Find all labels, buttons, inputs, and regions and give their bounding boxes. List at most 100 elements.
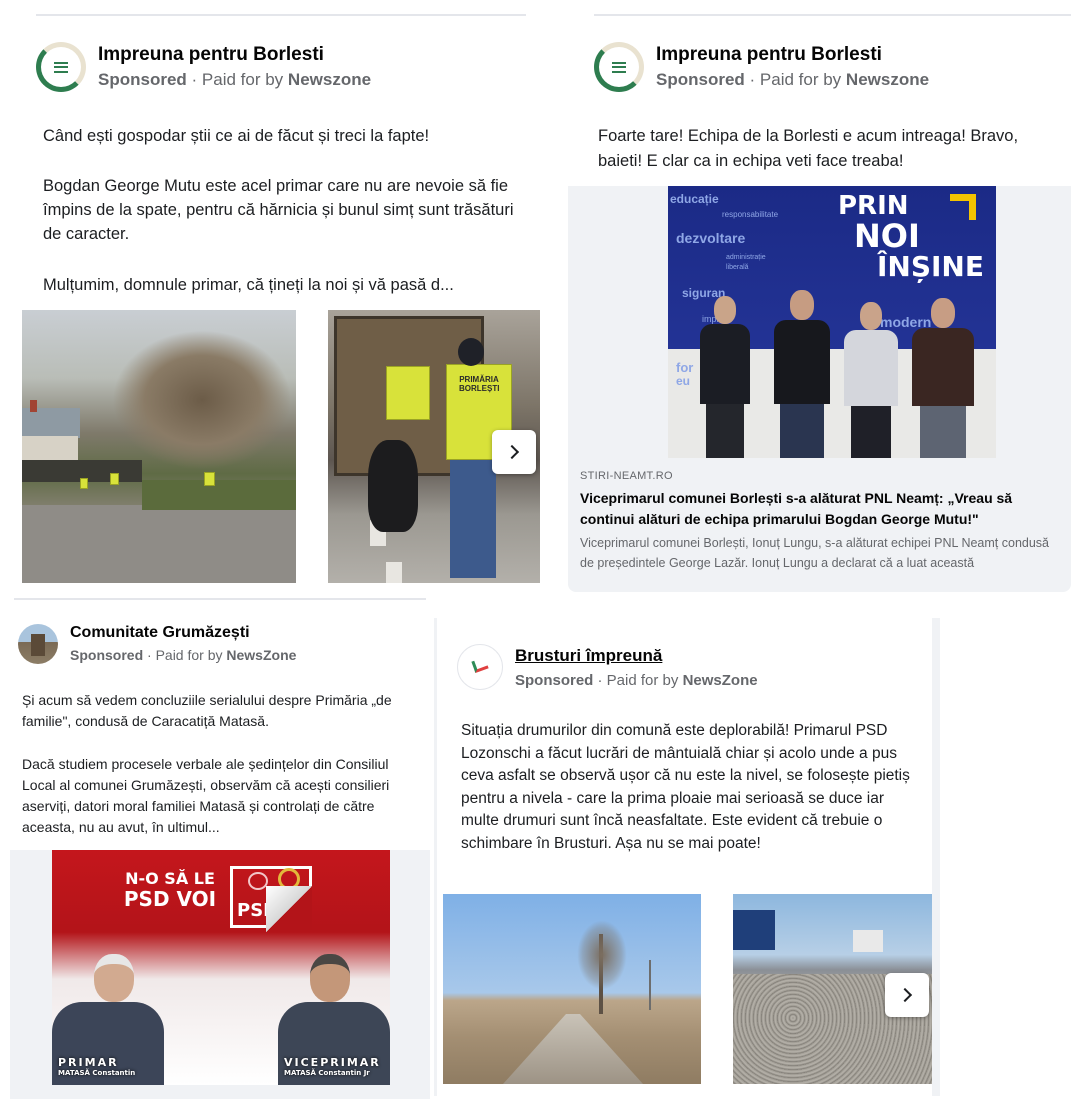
post-text-paragraph-2: Dacă studiem procesele verbale ale ședin…	[22, 756, 390, 835]
name-primar: MATASĂ Constantin	[58, 1069, 136, 1077]
post-text-paragraph-3: Mulțumim, domnule primar, că țineți la n…	[43, 276, 454, 294]
person-1	[700, 296, 750, 458]
chimney	[30, 400, 37, 412]
sponsored-text: Sponsored	[70, 647, 144, 663]
page-avatar[interactable]	[36, 42, 86, 92]
post-header: Comunitate Grumăzești Sponsored · Paid f…	[18, 624, 296, 664]
post-header: Impreuna pentru Borlesti Sponsored · Pai…	[36, 42, 371, 92]
banner-word: administrație	[726, 254, 766, 261]
card-top-divider	[594, 14, 1071, 16]
ad-card-brusturi: Brusturi împreună Sponsored · Paid for b…	[434, 618, 940, 1096]
label-right: VICEPRIMAR MATASĂ Constantin Jr	[284, 1056, 381, 1077]
worker-vest	[80, 478, 88, 489]
page-name[interactable]: Comunitate Grumăzești	[70, 624, 296, 642]
tree-crown	[577, 920, 627, 990]
sponsored-text: Sponsored	[515, 672, 594, 689]
link-domain: STIRI-NEAMT.RO	[580, 470, 673, 482]
road	[22, 505, 296, 583]
poster-line2: PSD VOI	[123, 887, 217, 911]
sponsored-text: Sponsored	[656, 70, 745, 89]
worker-vest	[110, 473, 119, 485]
sponsor-name[interactable]: NewsZone	[683, 672, 758, 689]
paid-for-text: · Paid for by	[749, 70, 842, 89]
trash-bag	[368, 440, 418, 532]
page-avatar[interactable]	[594, 42, 644, 92]
card-top-divider	[36, 14, 526, 16]
tree-cluster	[112, 330, 292, 470]
paid-for-text: · Paid for by	[597, 672, 679, 689]
post-header: Brusturi împreună Sponsored · Paid for b…	[457, 644, 758, 690]
post-text-paragraph-1: Când ești gospodar știi ce ai de făcut ș…	[43, 127, 430, 145]
grass-verge	[142, 480, 296, 510]
chevron-right-icon	[504, 444, 520, 460]
road-surface	[503, 1014, 643, 1084]
newspaper-icon-line	[54, 66, 68, 68]
sponsored-label: Sponsored · Paid for by NewsZone	[70, 647, 296, 663]
arrow-up-right-icon	[950, 194, 976, 220]
post-text-paragraph-2: Bogdan George Mutu este acel primar care…	[43, 177, 514, 243]
vest-print: PRIMĂRIA BORLEȘTI	[459, 375, 500, 393]
road-marking	[386, 562, 402, 583]
banner-word: eu	[676, 374, 691, 388]
label-viceprimar: VICEPRIMAR	[284, 1056, 381, 1069]
paid-for-text: · Paid for by	[147, 647, 223, 663]
utility-pole	[649, 960, 651, 1010]
sponsor-name[interactable]: NewsZone	[226, 647, 296, 663]
banner-word: for	[676, 360, 694, 375]
worker-vest	[386, 366, 430, 420]
name-viceprimar: MATASĂ Constantin Jr	[284, 1069, 370, 1077]
ad-card-grumazesti: Comunitate Grumăzești Sponsored · Paid f…	[0, 598, 430, 1099]
card-top-divider	[14, 598, 426, 600]
worker-vest	[204, 472, 215, 486]
sponsor-name[interactable]: Newszone	[846, 70, 929, 89]
post-text-paragraph-1: Și acum să vedem concluziile serialului …	[22, 692, 392, 729]
label-primar: PRIMAR	[58, 1056, 119, 1069]
link-title[interactable]: Viceprimarul comunei Borlești s-a alătur…	[580, 488, 1066, 530]
church-icon	[31, 634, 45, 656]
page-avatar[interactable]	[18, 624, 58, 664]
banner-slogan-line2: NOI	[854, 217, 920, 255]
carousel-next-button[interactable]	[885, 973, 929, 1017]
poster-line1: N-O SĂ LE	[125, 869, 215, 888]
banner-word: responsabilitate	[722, 210, 779, 219]
poster-headline: N-O SĂ LE PSD VOI	[110, 869, 230, 911]
page-curl	[266, 886, 312, 932]
link-description: Viceprimarul comunei Borlești, Ionuț Lun…	[580, 536, 1050, 570]
banner-word: liberală	[726, 264, 749, 271]
banner-word: educație	[670, 192, 719, 206]
sponsor-name[interactable]: Newszone	[288, 70, 371, 89]
link-preview-image[interactable]: educație responsabilitate dezvoltare adm…	[668, 186, 996, 458]
ad-card-borlesti-1: Impreuna pentru Borlesti Sponsored · Pai…	[10, 0, 540, 590]
sponsored-label: Sponsored · Paid for by Newszone	[656, 70, 929, 90]
paid-for-text: · Paid for by	[191, 70, 284, 89]
person-3	[844, 302, 898, 458]
link-preview-text[interactable]: STIRI-NEAMT.RO Viceprimarul comunei Borl…	[580, 470, 1066, 573]
post-text: Foarte tare! Echipa de la Borlesti e acu…	[598, 127, 1019, 170]
ad-card-borlesti-2: Impreuna pentru Borlesti Sponsored · Pai…	[568, 8, 1071, 592]
carousel-next-button[interactable]	[492, 430, 536, 474]
page-name[interactable]: Brusturi împreună	[515, 646, 758, 666]
page-avatar[interactable]	[457, 644, 503, 690]
page-name[interactable]: Impreuna pentru Borlesti	[656, 44, 929, 66]
brusturi-logo-icon	[471, 656, 489, 674]
poster-image[interactable]: N-O SĂ LE PSD VOI PSD PRIMAR MATASĂ Cons…	[52, 850, 390, 1085]
carousel-image-road-cleanup[interactable]	[22, 310, 296, 583]
banner-word: dezvoltare	[676, 230, 746, 246]
rose-icon	[248, 872, 268, 890]
sponsored-text: Sponsored	[98, 70, 187, 89]
carousel-image-dirt-road[interactable]	[443, 894, 701, 1084]
blue-house	[733, 910, 775, 950]
person-2	[774, 290, 830, 458]
sponsored-label: Sponsored · Paid for by Newszone	[98, 70, 371, 90]
person-4	[912, 298, 974, 458]
page-name[interactable]: Impreuna pentru Borlesti	[98, 44, 371, 66]
worker-head	[458, 338, 484, 366]
newspaper-icon-line	[612, 66, 626, 68]
post-header: Impreuna pentru Borlesti Sponsored · Pai…	[594, 42, 929, 92]
banner-slogan-line3: ÎNȘINE	[877, 250, 984, 283]
house-roof	[22, 408, 80, 438]
label-left: PRIMAR MATASĂ Constantin	[58, 1056, 135, 1077]
worker-jeans	[450, 460, 496, 578]
house-small	[853, 930, 883, 952]
post-text: Situația drumurilor din comună este depl…	[461, 722, 910, 852]
